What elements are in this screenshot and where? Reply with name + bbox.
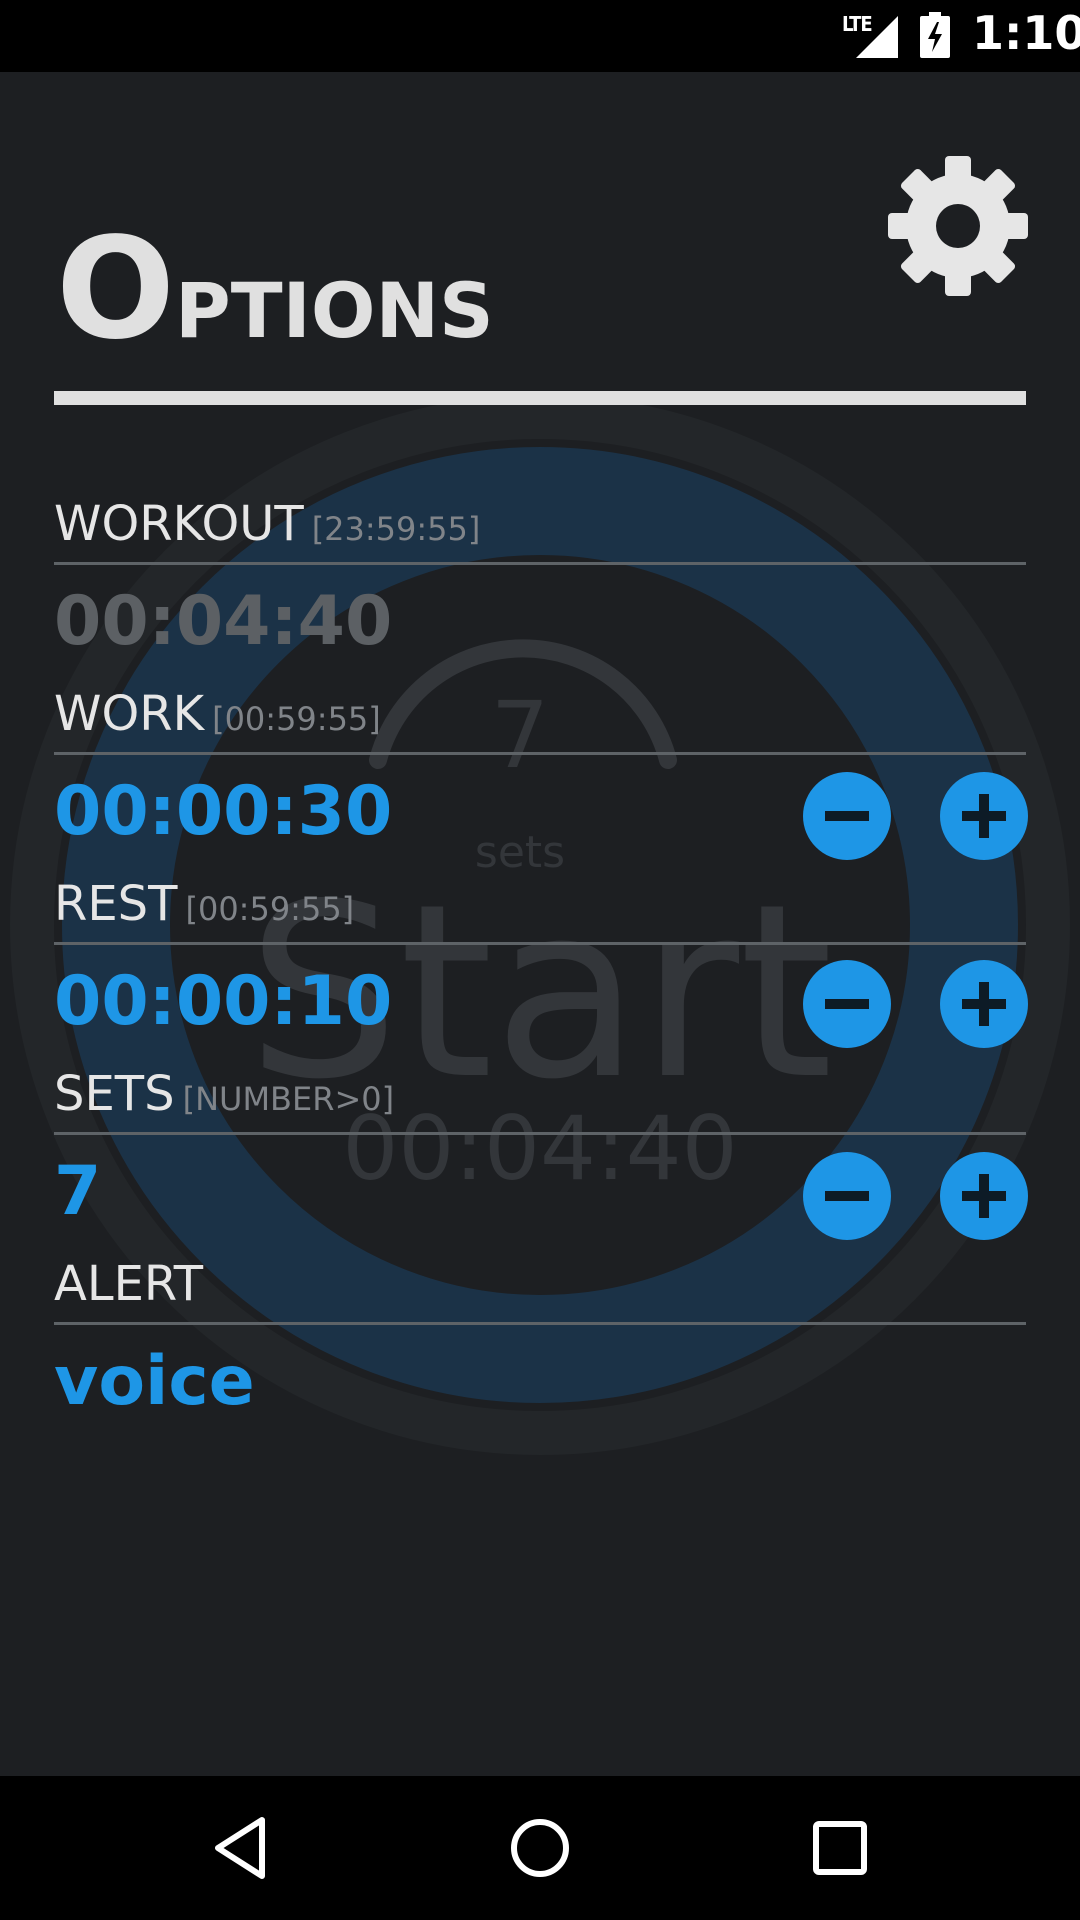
sets-label: SETS [NUMBER>0] bbox=[54, 1066, 394, 1122]
rest-hint: [00:59:55] bbox=[185, 890, 355, 928]
recents-square-icon[interactable] bbox=[800, 1808, 880, 1888]
work-hint: [00:59:55] bbox=[212, 700, 381, 738]
work-increase-button[interactable] bbox=[940, 772, 1028, 860]
title-divider bbox=[54, 391, 1026, 405]
sets-label-row: SETS [NUMBER>0] bbox=[54, 1052, 1026, 1135]
page-title-rest: PTIONS bbox=[175, 266, 494, 355]
rest-label-row: REST [00:59:55] bbox=[54, 862, 1026, 945]
rest-label: REST [00:59:55] bbox=[54, 876, 354, 932]
page-title-initial: O bbox=[56, 208, 176, 371]
alert-label-row: ALERT bbox=[54, 1242, 1026, 1325]
back-triangle-icon[interactable] bbox=[200, 1808, 280, 1888]
plus-icon bbox=[962, 982, 1006, 1026]
sets-decrease-button[interactable] bbox=[803, 1152, 891, 1240]
workout-label-text: WORKOUT bbox=[54, 496, 304, 552]
rest-value[interactable]: 00:00:10 bbox=[54, 962, 392, 1041]
page-title: OPTIONS bbox=[56, 220, 494, 360]
workout-label: WORKOUT [23:59:55] bbox=[54, 496, 480, 552]
sets-hint: [NUMBER>0] bbox=[182, 1080, 395, 1118]
home-circle-icon[interactable] bbox=[500, 1808, 580, 1888]
sets-increase-button[interactable] bbox=[940, 1152, 1028, 1240]
sets-label-text: SETS bbox=[54, 1066, 175, 1122]
status-clock: 1:10 bbox=[972, 6, 1080, 60]
plus-icon bbox=[962, 1174, 1006, 1218]
work-label-row: WORK [00:59:55] bbox=[54, 672, 1026, 755]
plus-icon bbox=[962, 794, 1006, 838]
status-bar: LTE 1:10 bbox=[0, 0, 1080, 72]
options-screen: LTE 1:10 7 sets Start 00:04:40 OPTIONS W… bbox=[0, 0, 1080, 1920]
minus-icon bbox=[825, 999, 869, 1009]
gear-icon[interactable] bbox=[888, 156, 1028, 296]
rest-decrease-button[interactable] bbox=[803, 960, 891, 1048]
navigation-bar bbox=[0, 1776, 1080, 1920]
work-value[interactable]: 00:00:30 bbox=[54, 772, 392, 851]
work-label-text: WORK bbox=[54, 686, 205, 742]
workout-label-row: WORKOUT [23:59:55] bbox=[54, 482, 1026, 565]
minus-icon bbox=[825, 1191, 869, 1201]
alert-label: ALERT bbox=[54, 1256, 204, 1312]
work-label: WORK [00:59:55] bbox=[54, 686, 381, 742]
rest-label-text: REST bbox=[54, 876, 178, 932]
battery-charging-icon bbox=[920, 12, 950, 58]
signal-icon bbox=[856, 16, 898, 58]
sets-value[interactable]: 7 bbox=[54, 1152, 101, 1231]
minus-icon bbox=[825, 811, 869, 821]
work-decrease-button[interactable] bbox=[803, 772, 891, 860]
workout-hint: [23:59:55] bbox=[311, 510, 481, 548]
rest-increase-button[interactable] bbox=[940, 960, 1028, 1048]
alert-value[interactable]: voice bbox=[54, 1342, 255, 1421]
workout-value: 00:04:40 bbox=[54, 582, 393, 661]
